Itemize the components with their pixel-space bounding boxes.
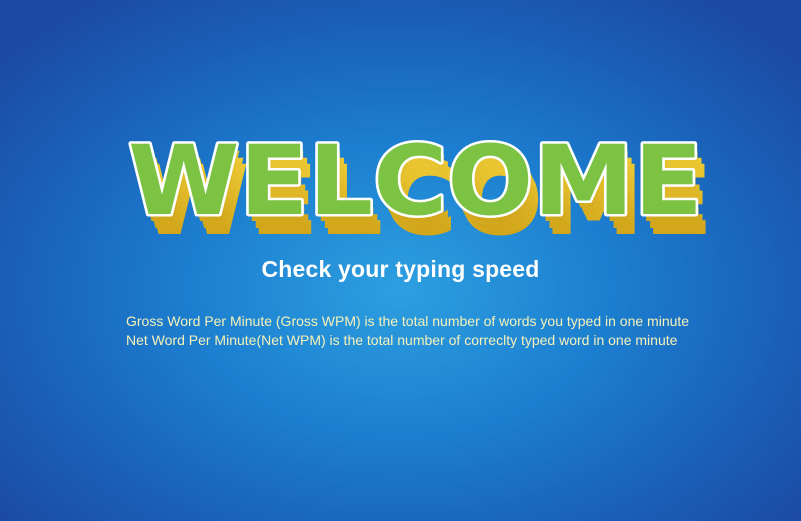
welcome-text: WELCOME (128, 125, 703, 237)
welcome-title-graphic: WELCOME WELCOME WELCOME WELCOME (126, 123, 714, 253)
gross-wpm-description: Gross Word Per Minute (Gross WPM) is the… (126, 313, 690, 329)
subtitle: Check your typing speed (261, 256, 540, 282)
welcome-screen: WELCOME WELCOME WELCOME WELCOME Check yo… (0, 0, 801, 521)
description-block: Gross Word Per Minute (Gross WPM) is the… (126, 312, 766, 350)
net-wpm-description: Net Word Per Minute(Net WPM) is the tota… (126, 332, 678, 348)
welcome-title: WELCOME WELCOME WELCOME WELCOME (118, 112, 718, 253)
